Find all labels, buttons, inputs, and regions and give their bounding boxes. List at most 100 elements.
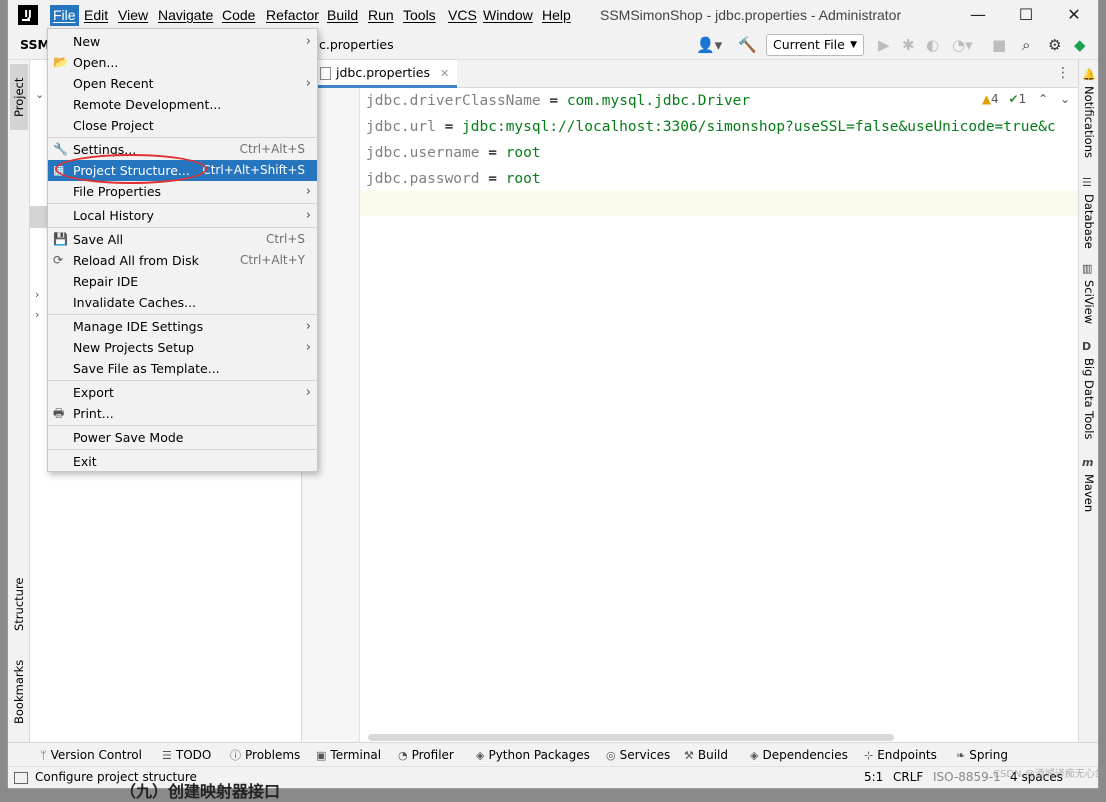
tool-problems[interactable]: ⓘ Problems: [230, 748, 300, 763]
info-icon: ⓘ: [230, 749, 241, 762]
tool-windows-toggle-icon[interactable]: [14, 772, 28, 784]
tab-notifications[interactable]: Notifications: [1080, 86, 1098, 166]
close-icon[interactable]: ✕: [440, 67, 449, 80]
menu-item-new[interactable]: New ›: [48, 31, 317, 52]
chevron-up-icon[interactable]: ⌃: [1038, 92, 1048, 106]
menu-separator: [48, 137, 317, 138]
menu-navigate[interactable]: Navigate: [155, 5, 216, 26]
menu-build[interactable]: Build: [324, 5, 361, 26]
gear-icon[interactable]: ⚙: [1048, 36, 1061, 54]
menu-item-open[interactable]: 📂 Open...: [48, 52, 317, 73]
menu-item-remote-development[interactable]: Remote Development...: [48, 94, 317, 115]
big-data-tools-icon: D: [1082, 340, 1092, 353]
menu-window[interactable]: Window: [480, 5, 536, 26]
user-icon[interactable]: 👤▾: [696, 36, 722, 54]
menu-vcs[interactable]: VCS: [445, 5, 480, 26]
caret-position[interactable]: 5:1: [864, 770, 883, 785]
menu-file[interactable]: File: [50, 5, 79, 26]
menu-code[interactable]: Code: [219, 5, 258, 26]
bottom-tool-bar: ᛘ Version Control ☰ TODO ⓘ Problems ▣ Termin…: [8, 742, 1098, 766]
menu-item-export[interactable]: Export ›: [48, 382, 317, 403]
tree-expand-icon[interactable]: ›: [35, 288, 39, 301]
code-line[interactable]: jdbc.username = root: [366, 140, 541, 166]
code-editor[interactable]: jdbc.driverClassName = com.mysql.jdbc.Dr…: [360, 88, 1078, 742]
tool-build[interactable]: ⚒ Build: [684, 748, 728, 763]
menu-edit[interactable]: Edit: [81, 5, 111, 26]
menu-item-print[interactable]: 🖶 Print...: [48, 403, 317, 424]
tool-python-packages[interactable]: ◈ Python Packages: [476, 748, 590, 763]
menu-item-file-properties[interactable]: File Properties ›: [48, 181, 317, 202]
menu-item-local-history[interactable]: Local History ›: [48, 205, 317, 226]
tab-label: jdbc.properties: [336, 65, 430, 80]
tab-jdbc-properties[interactable]: jdbc.properties ✕: [314, 60, 458, 88]
menu-item-save-file-as-template[interactable]: Save File as Template...: [48, 358, 317, 379]
tab-bookmarks[interactable]: Bookmarks: [10, 652, 28, 732]
inspection-widget[interactable]: ▲4 ✔1 ⌃ ⌄: [979, 92, 1072, 106]
code-line[interactable]: jdbc.password = root: [366, 166, 541, 192]
profiler-icon: ◔: [398, 749, 408, 762]
watermark: CSDN @酒城译痴无心剑: [993, 769, 1098, 780]
menu-item-exit[interactable]: Exit: [48, 451, 317, 472]
tree-expand-icon[interactable]: ›: [35, 308, 39, 321]
file-menu-dropdown: New › 📂 Open... Open Recent › Remote Develo…: [47, 28, 318, 472]
menu-item-open-recent[interactable]: Open Recent ›: [48, 73, 317, 94]
profile-icon[interactable]: ◔▾: [952, 36, 973, 54]
coverage-icon[interactable]: ◐: [926, 36, 939, 54]
close-window-button[interactable]: ✕: [1059, 4, 1089, 26]
menu-item-power-save-mode[interactable]: Power Save Mode: [48, 427, 317, 448]
horizontal-scrollbar[interactable]: [368, 734, 894, 741]
code-line[interactable]: jdbc.driverClassName = com.mysql.jdbc.Dr…: [366, 88, 750, 114]
menu-item-save-all[interactable]: 💾 Save All Ctrl+S: [48, 229, 317, 250]
menu-help[interactable]: Help: [539, 5, 574, 26]
menu-item-new-projects-setup[interactable]: New Projects Setup ›: [48, 337, 317, 358]
menu-item-invalidate-caches[interactable]: Invalidate Caches...: [48, 292, 317, 313]
search-icon[interactable]: ⌕: [1022, 36, 1030, 54]
tool-dependencies[interactable]: ◈ Dependencies: [750, 748, 848, 763]
tab-structure[interactable]: Structure: [10, 568, 28, 640]
code-with-me-icon[interactable]: ◆: [1074, 36, 1086, 54]
breadcrumb-file[interactable]: c.properties: [319, 37, 394, 52]
packages-icon: ◈: [476, 749, 485, 762]
menu-run[interactable]: Run: [365, 5, 397, 26]
tool-version-control[interactable]: ᛘ Version Control: [40, 748, 142, 763]
stop-icon[interactable]: ■: [992, 36, 1006, 54]
tool-services[interactable]: ◎ Services: [606, 748, 670, 763]
database-icon: ☰: [1082, 176, 1092, 189]
maximize-button[interactable]: ☐: [1011, 4, 1041, 26]
intellij-logo-icon[interactable]: IJ: [18, 5, 38, 25]
tree-collapse-icon[interactable]: ⌄: [35, 88, 44, 101]
menu-refactor[interactable]: Refactor: [263, 5, 322, 26]
menu-tools[interactable]: Tools: [400, 5, 439, 26]
breadcrumb-project[interactable]: SSM: [20, 37, 50, 52]
minimize-button[interactable]: —: [963, 4, 993, 26]
tool-endpoints[interactable]: ⊹ Endpoints: [864, 748, 937, 763]
tab-sciview[interactable]: SciView: [1080, 280, 1098, 336]
menu-item-manage-ide-settings[interactable]: Manage IDE Settings ›: [48, 316, 317, 337]
code-line[interactable]: jdbc.url = jdbc:mysql://localhost:3306/s…: [366, 114, 1056, 140]
tab-maven[interactable]: Maven: [1080, 474, 1098, 522]
tab-database[interactable]: Database: [1080, 194, 1098, 254]
build-hammer-icon[interactable]: 🔨: [738, 36, 757, 54]
properties-file-icon: [320, 67, 331, 80]
tab-big-data-tools[interactable]: Big Data Tools: [1080, 358, 1098, 450]
tool-terminal[interactable]: ▣ Terminal: [316, 748, 381, 763]
wrench-icon: 🔧: [53, 142, 68, 156]
tool-profiler[interactable]: ◔ Profiler: [398, 748, 454, 763]
run-icon[interactable]: ▶: [878, 36, 890, 54]
menu-view[interactable]: View: [115, 5, 151, 26]
folder-icon: 📂: [53, 55, 68, 69]
menu-item-reload-all[interactable]: ⟳ Reload All from Disk Ctrl+Alt+Y: [48, 250, 317, 271]
menu-item-repair-ide[interactable]: Repair IDE: [48, 271, 317, 292]
chevron-down-icon[interactable]: ⌄: [1060, 92, 1070, 106]
tool-spring[interactable]: ❧ Spring: [956, 748, 1008, 763]
maven-icon: m: [1082, 456, 1094, 469]
debug-icon[interactable]: ✱: [902, 36, 915, 54]
tool-todo[interactable]: ☰ TODO: [162, 748, 211, 763]
left-tool-strip: Project Structure Bookmarks: [8, 60, 30, 742]
run-configuration-select[interactable]: Current File ▼: [766, 34, 864, 56]
tab-project[interactable]: Project: [10, 64, 28, 130]
menu-item-close-project[interactable]: Close Project: [48, 115, 317, 136]
file-encoding[interactable]: ISO-8859-1: [933, 770, 1001, 785]
more-vertical-icon[interactable]: ⋮: [1056, 65, 1070, 81]
line-separator[interactable]: CRLF: [893, 770, 923, 785]
